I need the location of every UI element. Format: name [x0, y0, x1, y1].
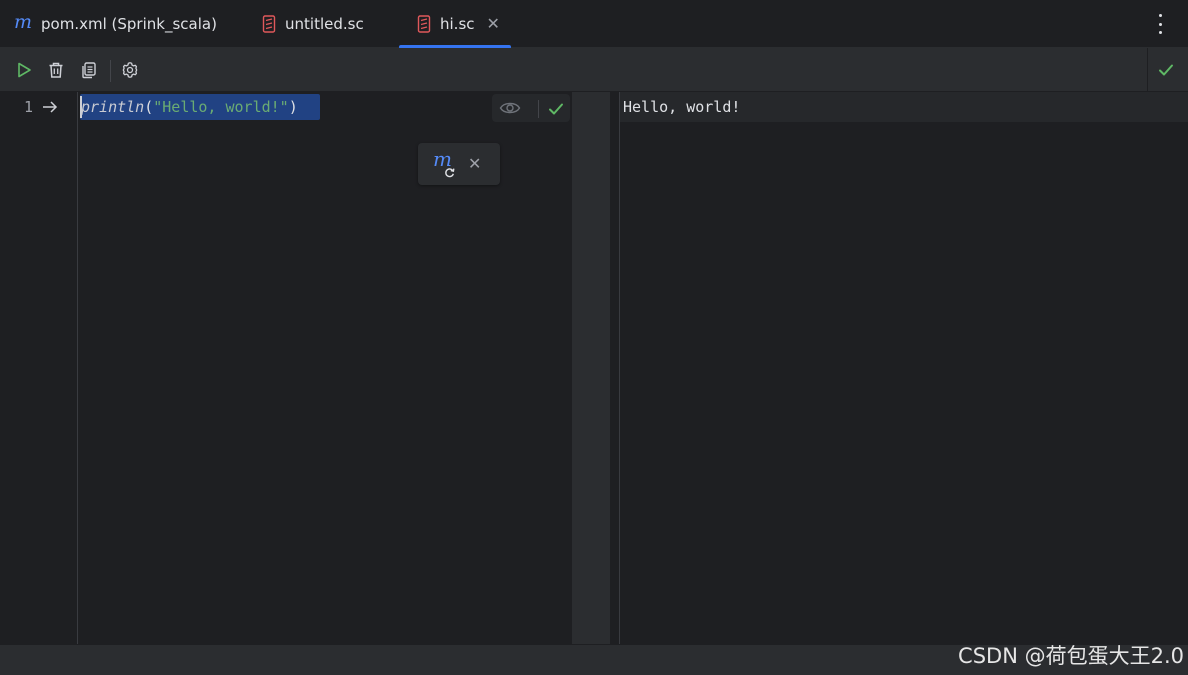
run-icon[interactable]: [12, 58, 36, 82]
code-paren: (: [144, 98, 154, 116]
scala-file-icon: [417, 15, 431, 33]
tab-hi-sc[interactable]: hi.sc ✕: [399, 0, 511, 49]
tab-pom-xml[interactable]: m pom.xml (Sprink_scala): [14, 0, 217, 48]
scala-file-icon: [262, 15, 276, 33]
eye-icon[interactable]: [499, 100, 521, 120]
reload-icon: [444, 163, 455, 182]
output-gutter: [610, 92, 620, 644]
worksheet-toolbar: [0, 48, 1188, 92]
settings-icon[interactable]: [118, 58, 142, 82]
arrow-right-icon: [42, 99, 58, 118]
tab-label: hi.sc: [440, 15, 475, 33]
code-editor[interactable]: 1 println("Hello, world!") m ✕: [0, 92, 572, 644]
output-text: Hello, world!: [623, 98, 741, 116]
inline-divider: [538, 100, 539, 118]
check-icon[interactable]: [547, 100, 565, 122]
copy-icon[interactable]: [77, 58, 101, 82]
trash-icon[interactable]: [44, 58, 68, 82]
tab-label: untitled.sc: [285, 15, 364, 33]
splitter[interactable]: [572, 92, 610, 644]
output-panel: Hello, world!: [620, 92, 1188, 644]
code-paren: ): [288, 98, 298, 116]
inline-actions: [492, 94, 570, 122]
close-icon[interactable]: ✕: [468, 154, 481, 173]
code-function: println: [81, 98, 145, 116]
maven-reload-popup: m ✕: [418, 143, 500, 185]
tab-label: pom.xml (Sprink_scala): [41, 15, 217, 33]
line-number: 1: [24, 98, 34, 116]
toolbar-divider: [110, 60, 111, 82]
close-tab-icon[interactable]: ✕: [487, 16, 500, 32]
editor-tab-bar: m pom.xml (Sprink_scala) untitled.sc hi.…: [0, 0, 1188, 49]
toolbar-divider: [1147, 48, 1148, 92]
maven-icon: m: [14, 10, 33, 33]
code-line[interactable]: println("Hello, world!"): [81, 97, 298, 117]
gutter-divider: [77, 92, 78, 644]
tab-untitled-sc[interactable]: untitled.sc: [262, 0, 364, 48]
more-options-icon[interactable]: [1152, 14, 1168, 34]
code-string: "Hello, world!": [153, 98, 289, 116]
check-icon: [1154, 58, 1178, 82]
watermark: CSDN @荷包蛋大王2.0: [958, 644, 1184, 668]
